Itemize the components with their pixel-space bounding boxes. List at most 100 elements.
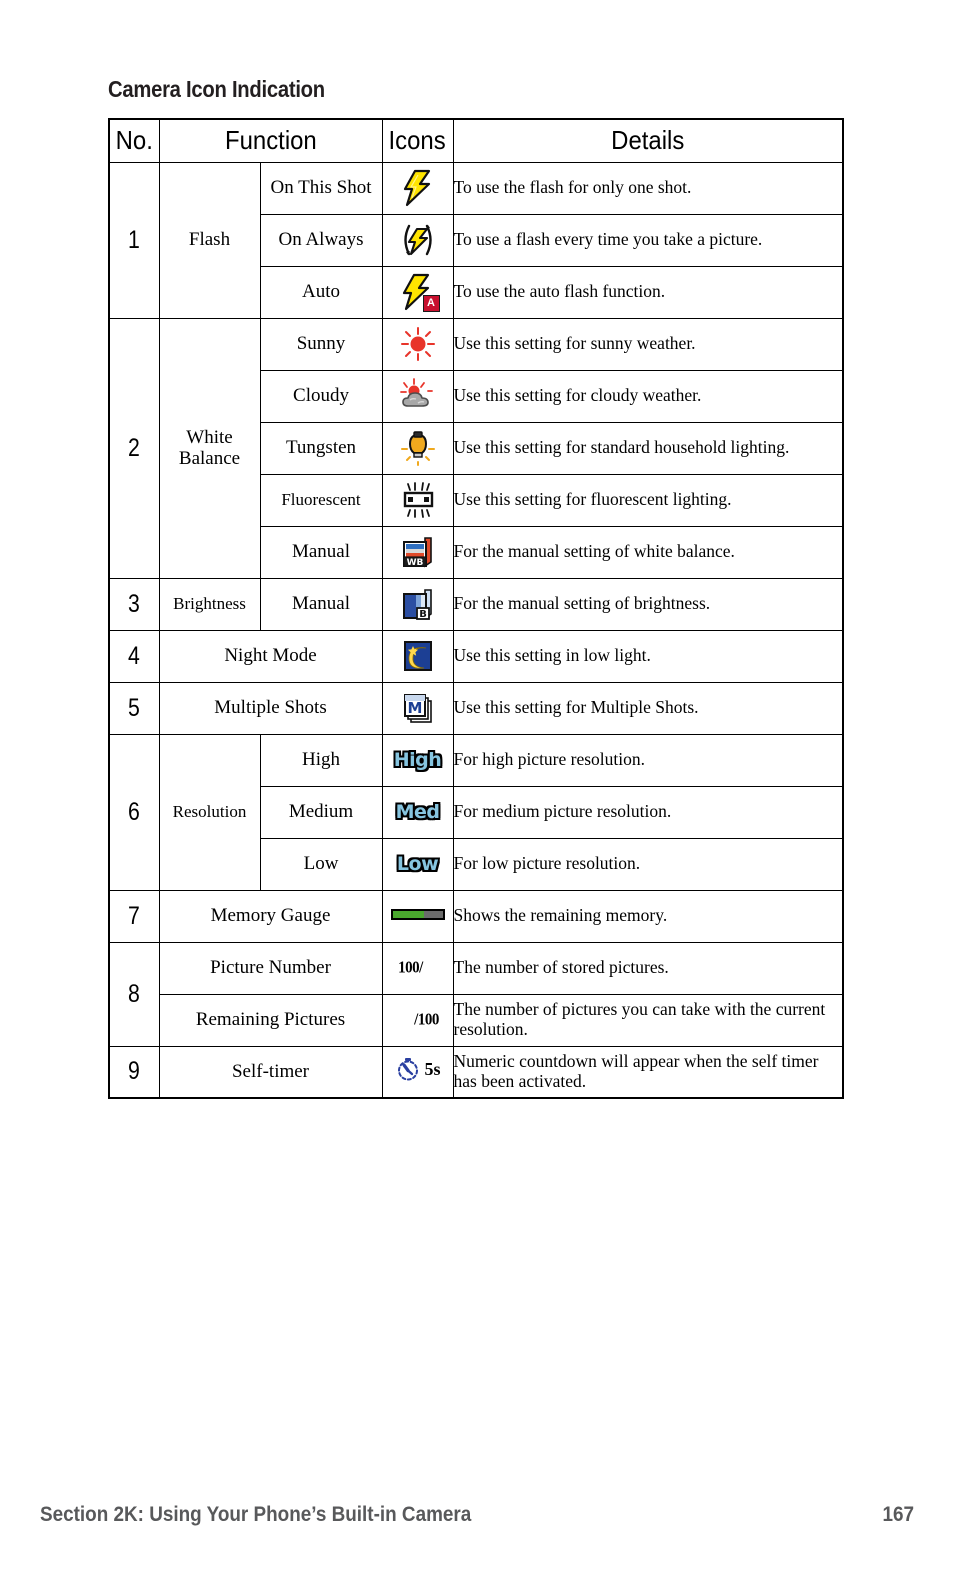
details-text: For medium picture resolution. — [452, 785, 844, 839]
remaining-pictures-icon: /100 — [414, 1010, 439, 1030]
icon-cell: 100/ — [381, 941, 454, 995]
table-row: Remaining Pictures /100 The number of pi… — [109, 993, 844, 1047]
column-header-function: Function — [158, 118, 383, 163]
auto-badge: A — [422, 295, 440, 312]
resolution-low-icon: Low — [395, 852, 440, 875]
wb-fluorescent-icon — [399, 481, 437, 519]
picture-number-icon: 100/ — [398, 958, 423, 978]
wb-cloudy-icon — [398, 378, 438, 414]
sub-function-label: Low — [259, 837, 383, 891]
icon-cell — [381, 473, 454, 527]
icon-cell: Low — [381, 837, 454, 891]
wb-tungsten-icon — [399, 429, 437, 467]
table-row: 5 Multiple Shots M Use this setting for … — [108, 681, 844, 735]
column-header-icons: Icons — [381, 118, 454, 163]
icon-cell — [381, 317, 454, 371]
table-row: 4 Night Mode Use this setting in low lig… — [108, 629, 844, 683]
sub-function-label: Cloudy — [259, 369, 383, 423]
sub-function-label: High — [259, 733, 383, 787]
icon-cell: Med — [381, 785, 454, 839]
table-row: 6 Resolution High High For high picture … — [108, 733, 844, 891]
icon-cell — [381, 369, 454, 423]
flash-on-this-shot-icon — [398, 168, 438, 208]
details-text: Numeric countdown will appear when the s… — [452, 1045, 844, 1099]
memory-gauge-icon — [390, 909, 445, 920]
details-text: For the manual setting of white balance. — [452, 525, 844, 579]
function-label: Brightness — [158, 577, 261, 631]
icon-cell: B — [381, 577, 454, 631]
sub-function-label: Auto — [259, 265, 383, 319]
icon-cell: /100 — [381, 993, 454, 1047]
sub-function-label: Sunny — [259, 317, 383, 371]
details-text: Use this setting for cloudy weather. — [452, 369, 844, 423]
details-text: For high picture resolution. — [452, 733, 844, 787]
function-label: Self-timer — [158, 1045, 383, 1099]
multiple-shots-icon: M — [400, 690, 436, 726]
row-number: 3 — [108, 577, 160, 631]
row-number: 5 — [108, 681, 160, 735]
icon-cell — [381, 161, 454, 215]
details-text: Use this setting for standard household … — [452, 421, 844, 475]
details-text: The number of pictures you can take with… — [452, 993, 844, 1047]
icon-cell — [381, 889, 454, 943]
table-row: 9 Self-timer 5s Numeric countdown will a… — [108, 1045, 844, 1099]
table-header-row: No. Function Icons Details — [108, 118, 844, 163]
memory-gauge-fill — [392, 911, 424, 918]
footer-page-number: 167 — [882, 1503, 914, 1526]
resolution-medium-icon: Med — [394, 800, 441, 823]
page-title: Camera Icon Indication — [108, 76, 325, 102]
wb-manual-icon: WB — [400, 534, 436, 570]
table-row: 8 Picture Number 100/ The number of stor… — [108, 941, 844, 1047]
details-text: To use the auto flash function. — [452, 265, 844, 319]
svg-text:B: B — [419, 609, 427, 620]
table-row: 1 Flash On This Shot To use the flash fo… — [108, 161, 844, 319]
details-text: Use this setting for fluorescent lightin… — [452, 473, 844, 527]
sub-function-label: On This Shot — [259, 161, 383, 215]
details-text: For low picture resolution. — [452, 837, 844, 891]
table-row: 2 White Balance Sunny Use this setting f… — [108, 317, 844, 579]
details-text: Use this setting for sunny weather. — [452, 317, 844, 371]
sub-function-label: Fluorescent — [259, 473, 383, 527]
details-text: Use this setting for Multiple Shots. — [452, 681, 844, 735]
row-number: 6 — [108, 733, 160, 891]
page-canvas: Camera Icon Indication No. Function Icon… — [0, 0, 954, 1590]
details-text: To use a flash every time you take a pic… — [452, 213, 844, 267]
row-number: 1 — [108, 161, 160, 319]
details-text: The number of stored pictures. — [452, 941, 844, 995]
sub-function-label: Tungsten — [259, 421, 383, 475]
flash-on-always-icon — [398, 220, 438, 260]
icon-cell: 5s — [381, 1045, 454, 1099]
icon-cell: High — [381, 733, 454, 787]
function-label: Night Mode — [158, 629, 383, 683]
icon-cell — [381, 213, 454, 267]
night-mode-icon — [400, 638, 436, 674]
camera-icon-table-wrapper: No. Function Icons Details 1 Flash On Th… — [108, 118, 845, 1099]
icon-cell: A — [381, 265, 454, 319]
row-number: 2 — [108, 317, 160, 579]
function-label: Resolution — [158, 733, 261, 891]
camera-icon-table: No. Function Icons Details 1 Flash On Th… — [108, 118, 845, 1099]
details-text: To use the flash for only one shot. — [452, 161, 844, 215]
self-timer-seconds: 5s — [424, 1058, 441, 1079]
icon-cell: M — [381, 681, 454, 735]
svg-text:M: M — [407, 699, 422, 717]
sub-function-label: Medium — [259, 785, 383, 839]
self-timer-icon: 5s — [395, 1056, 441, 1082]
column-header-no: No. — [108, 118, 160, 163]
details-text: Use this setting in low light. — [452, 629, 844, 683]
wb-sunny-icon — [398, 326, 438, 362]
icon-cell: WB — [381, 525, 454, 579]
table-row: 3 Brightness Manual B For the manual set… — [108, 577, 844, 631]
row-number: 9 — [108, 1045, 160, 1099]
sub-function-label: Remaining Pictures — [158, 993, 383, 1047]
function-label: White Balance — [158, 317, 261, 579]
sub-function-label: Manual — [259, 525, 383, 579]
footer-section-label: Section 2K: Using Your Phone’s Built-in … — [40, 1503, 472, 1526]
brightness-manual-icon: B — [400, 586, 436, 622]
function-label: Multiple Shots — [158, 681, 383, 735]
function-label: Flash — [158, 161, 261, 319]
row-number: 4 — [108, 629, 160, 683]
row-number: 7 — [108, 889, 160, 943]
sub-function-label: On Always — [259, 213, 383, 267]
column-header-details: Details — [452, 118, 844, 163]
